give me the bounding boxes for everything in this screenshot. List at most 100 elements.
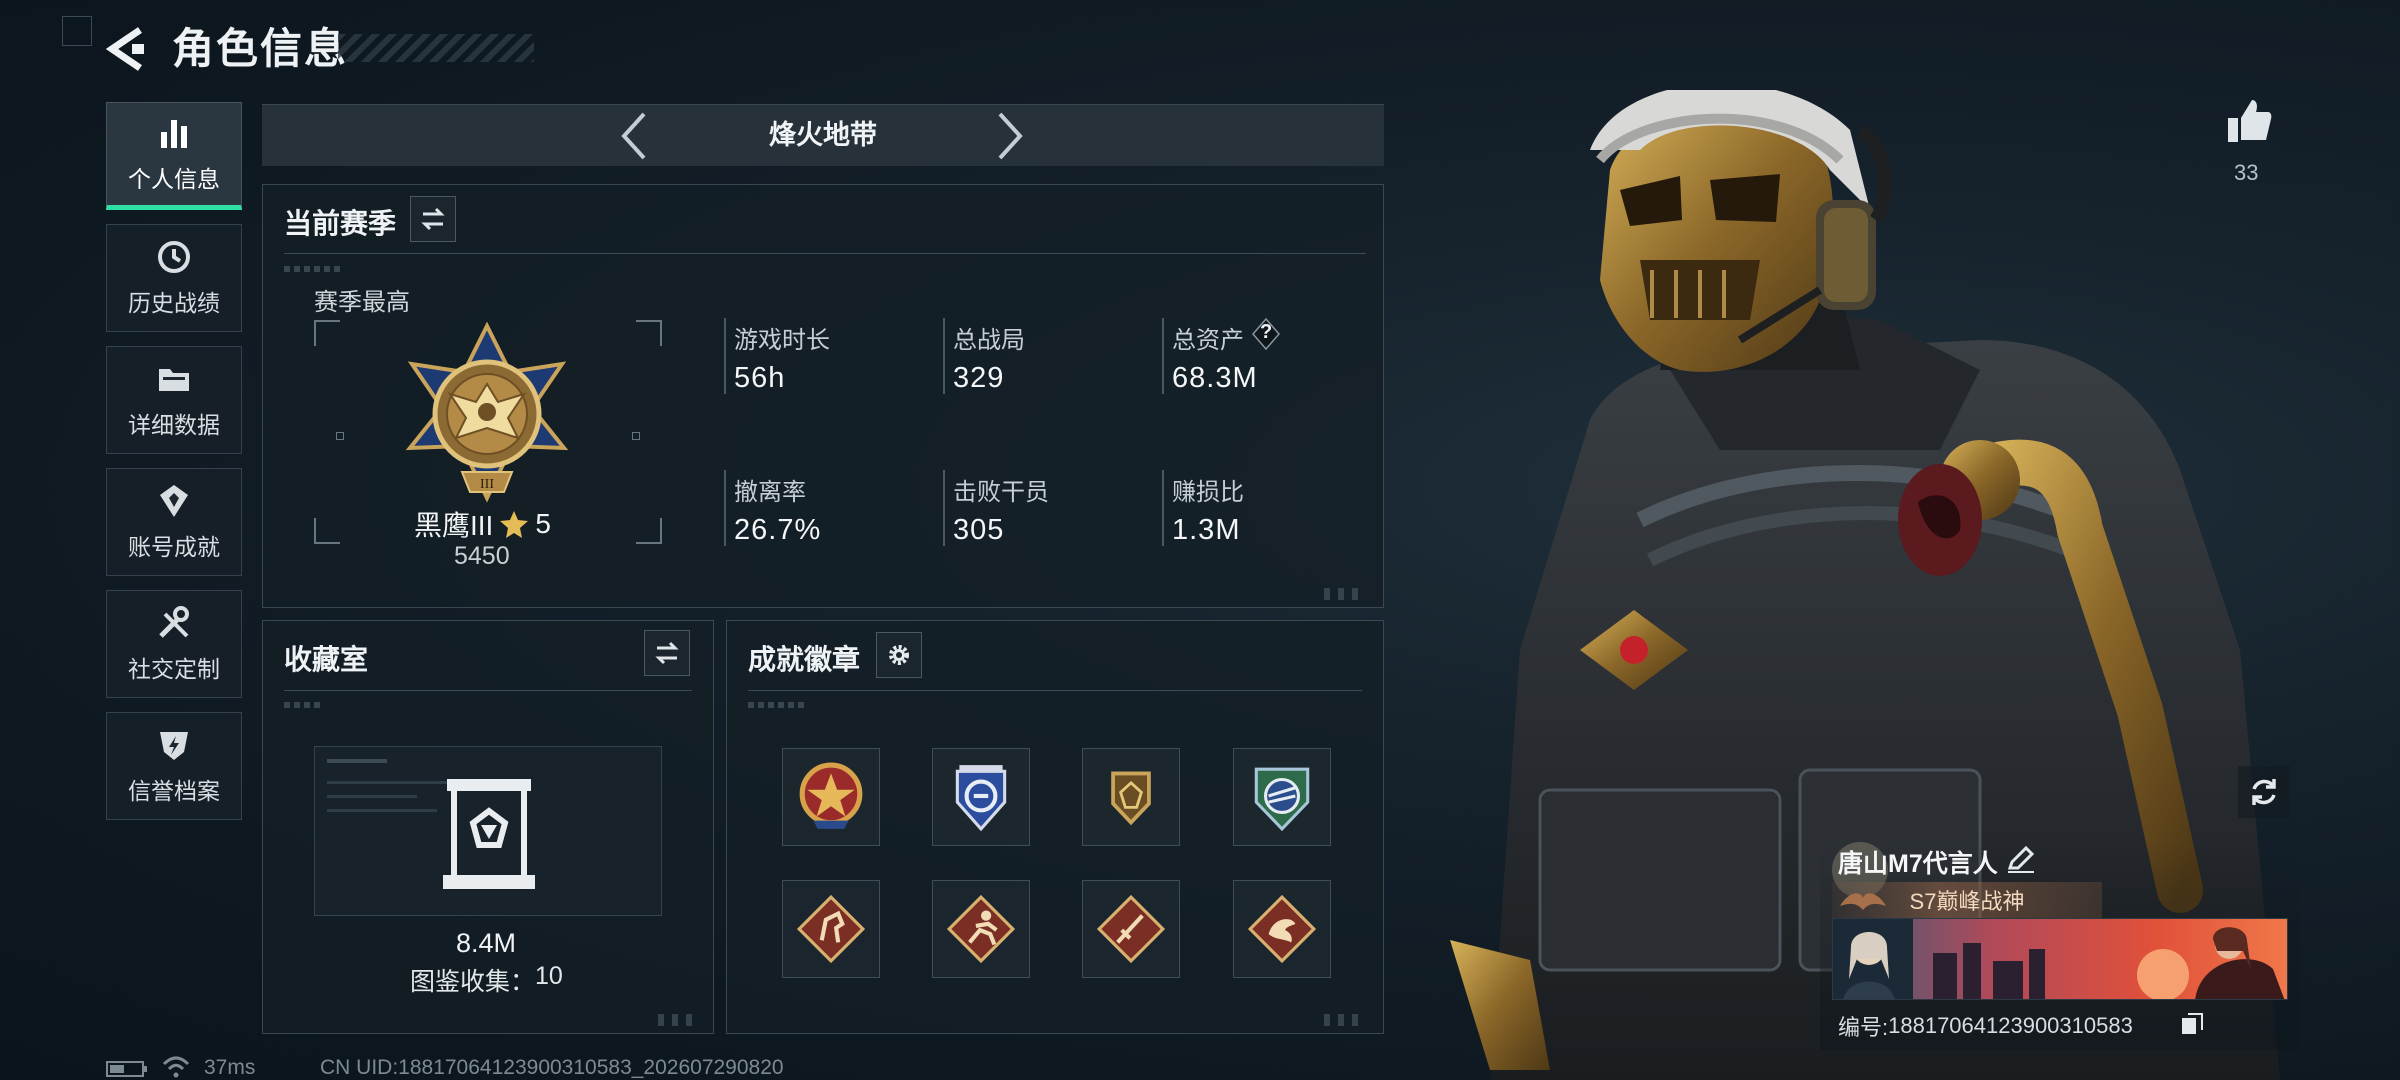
display-case-icon xyxy=(443,779,535,889)
back-arrow-icon xyxy=(105,27,144,71)
season-panel-title: 当前赛季 xyxy=(284,208,397,239)
blue-shield-badge-icon xyxy=(955,765,1007,832)
sidebar-item-personal-info[interactable]: 个人信息 xyxy=(106,102,242,210)
stat-separator xyxy=(943,318,945,394)
rank-points: 5450 xyxy=(454,542,510,570)
back-button[interactable] xyxy=(104,24,150,74)
player-id-value: 18817064123900310583 xyxy=(1888,1013,2133,1038)
sidebar-item-label: 信誉档案 xyxy=(128,778,220,804)
showcase-line xyxy=(327,781,447,784)
swap-arrows-icon xyxy=(655,641,679,665)
player-id-label: 编号: xyxy=(1838,1015,1889,1040)
player-title: S7巅峰战神 xyxy=(1909,889,2025,914)
copy-icon xyxy=(2182,1013,2203,1034)
rank-stars: 5 xyxy=(535,508,551,539)
stat-label-extraction-rate: 撤离率 xyxy=(734,479,806,506)
collection-switch-button[interactable] xyxy=(644,630,690,676)
tick-decoration xyxy=(284,266,344,272)
mode-prev-button[interactable] xyxy=(610,108,660,164)
chevron-left-icon xyxy=(621,112,646,160)
badge-slot[interactable] xyxy=(1082,748,1180,846)
page-title: 角色信息 xyxy=(172,25,349,72)
sidebar-item-reputation[interactable]: 信誉档案 xyxy=(106,712,242,820)
divider xyxy=(284,253,1366,254)
stat-separator xyxy=(1162,318,1164,394)
bar-chart-icon xyxy=(161,120,187,148)
collection-panel-title: 收藏室 xyxy=(284,644,369,675)
sidebar-item-history[interactable]: 历史战绩 xyxy=(106,224,242,332)
stat-value-playtime: 56h xyxy=(734,362,786,394)
badge-slot[interactable] xyxy=(1233,880,1331,978)
stat-value-total-matches: 329 xyxy=(953,362,1005,394)
stat-label-total-matches: 总战局 xyxy=(953,327,1025,354)
sidebar-item-social-custom[interactable]: 社交定制 xyxy=(106,590,242,698)
ping-value: 37ms xyxy=(204,1056,256,1079)
season-switch-button[interactable] xyxy=(410,196,456,242)
badge-slot[interactable] xyxy=(932,748,1030,846)
showcase-line xyxy=(327,759,387,763)
like-count: 33 xyxy=(2234,160,2259,185)
frame-dot xyxy=(336,432,344,440)
red-star-badge-icon xyxy=(799,762,863,829)
stat-value-total-assets: 68.3M xyxy=(1172,362,1258,394)
stat-separator xyxy=(943,470,945,546)
stat-label-playtime: 游戏时长 xyxy=(734,327,830,354)
badge-slot[interactable] xyxy=(782,748,880,846)
title-decoration xyxy=(338,34,534,62)
sword-diamond-badge-icon xyxy=(1096,894,1166,964)
green-wing-badge-icon xyxy=(1254,767,1310,832)
stat-separator xyxy=(1162,470,1164,546)
rank-name: 黑鹰III xyxy=(414,510,494,541)
stat-separator xyxy=(724,470,726,546)
badge-slot[interactable] xyxy=(1082,880,1180,978)
frame-bracket xyxy=(636,518,662,544)
showcase-line xyxy=(327,795,417,798)
history-clock-icon xyxy=(158,241,190,273)
refresh-icon xyxy=(2252,779,2276,805)
badge-slot[interactable] xyxy=(932,880,1030,978)
total-assets-help-button[interactable]: ? xyxy=(1252,317,1280,351)
rotate-model-button[interactable] xyxy=(2238,766,2290,818)
battery-icon xyxy=(106,1061,147,1077)
title-emblem xyxy=(1838,884,1888,914)
mode-next-button[interactable] xyxy=(984,108,1034,164)
badge-slot[interactable] xyxy=(782,880,880,978)
frame-bracket xyxy=(636,320,662,346)
player-name: 唐山M7代言人 xyxy=(1838,850,1998,878)
uid-text: CN UID:18817064123900310583_202607290820 xyxy=(320,1056,784,1079)
black-hawk-rank-icon: III xyxy=(405,321,569,503)
stat-separator xyxy=(724,318,726,394)
stat-label-operators-defeated: 击败干员 xyxy=(953,479,1049,506)
dragon-diamond-badge-icon xyxy=(1247,894,1317,964)
badge-slot[interactable] xyxy=(1233,748,1331,846)
achievement-emblem-icon xyxy=(160,485,188,517)
corner-decoration xyxy=(1320,588,1364,600)
stat-label-total-assets: 总资产 xyxy=(1172,327,1244,354)
sidebar-item-detailed-data[interactable]: 详细数据 xyxy=(106,346,242,454)
folder-icon xyxy=(159,369,189,391)
collection-showcase[interactable] xyxy=(314,746,662,916)
sidebar-item-label: 账号成就 xyxy=(128,534,220,560)
corner-decoration xyxy=(654,1014,698,1026)
wifi-icon xyxy=(162,1056,190,1078)
battery-indicator xyxy=(106,1060,148,1078)
badges-settings-button[interactable] xyxy=(876,632,922,678)
tick-decoration xyxy=(284,702,324,708)
gold-crest-badge-icon xyxy=(1111,771,1151,826)
copy-id-button[interactable] xyxy=(2180,1012,2204,1036)
catalog-row: 图鉴收集： 10 xyxy=(410,962,563,998)
badges-panel-title: 成就徽章 xyxy=(748,644,861,675)
chevron-right-icon xyxy=(998,112,1023,160)
like-button[interactable] xyxy=(2224,96,2274,146)
sidebar-item-account-achievement[interactable]: 账号成就 xyxy=(106,468,242,576)
stat-value-extraction-rate: 26.7% xyxy=(734,514,822,546)
banner-artwork-image xyxy=(1833,919,2287,999)
divider xyxy=(284,690,692,691)
catalog-count: 10 xyxy=(535,962,563,990)
swap-arrows-icon xyxy=(421,207,445,231)
edit-name-button[interactable] xyxy=(2004,842,2038,876)
player-banner[interactable] xyxy=(1832,918,2288,1000)
corner-decoration xyxy=(1320,1014,1364,1026)
player-id-row: 编号: 18817064123900310583 xyxy=(1838,1010,2133,1042)
runner-diamond-badge-icon xyxy=(946,894,1016,964)
